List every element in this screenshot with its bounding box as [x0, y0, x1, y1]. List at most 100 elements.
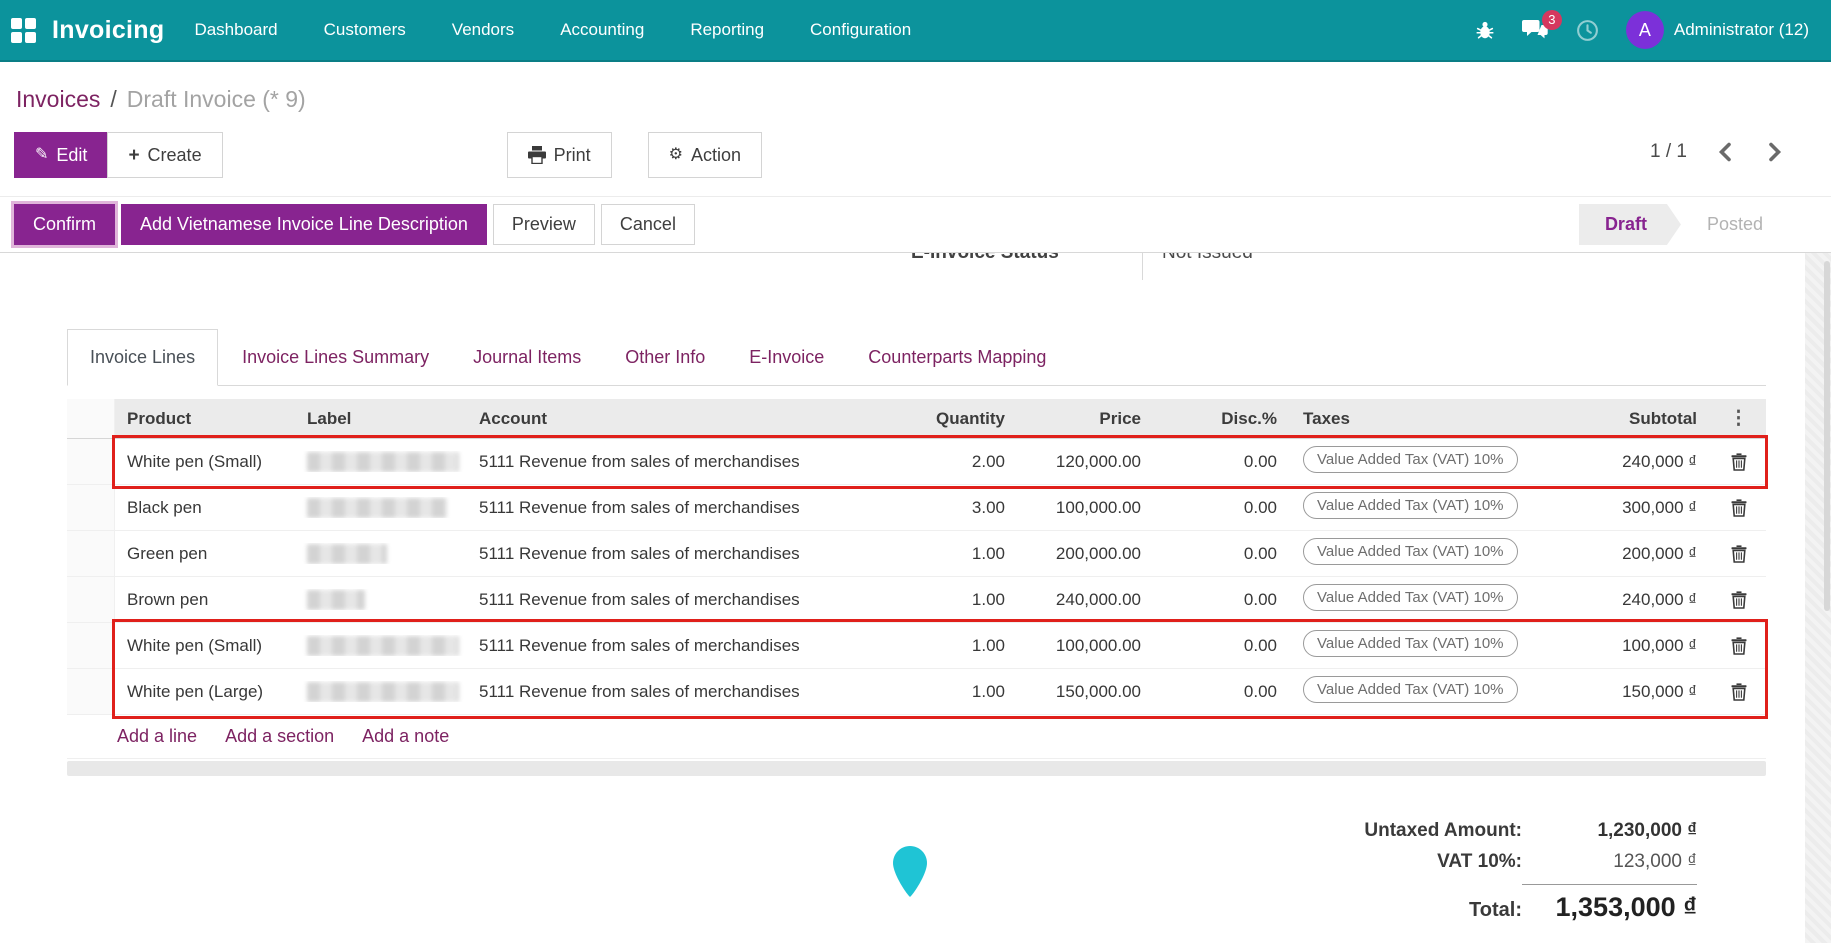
discount-cell[interactable]: 0.00 — [1155, 682, 1291, 702]
discount-cell[interactable]: 0.00 — [1155, 590, 1291, 610]
confirm-button[interactable]: Confirm — [14, 204, 115, 245]
tax-tag[interactable]: Value Added Tax (VAT) 10% — [1303, 676, 1518, 703]
taxes-cell[interactable]: Value Added Tax (VAT) 10% — [1291, 446, 1553, 478]
label-cell[interactable] — [295, 681, 467, 702]
header-account[interactable]: Account — [467, 409, 879, 429]
taxes-cell[interactable]: Value Added Tax (VAT) 10% — [1291, 538, 1553, 570]
nav-item-configuration[interactable]: Configuration — [810, 20, 911, 40]
activities-button[interactable] — [1575, 18, 1600, 43]
apps-menu-button[interactable] — [0, 0, 46, 61]
add-line-link[interactable]: Add a line — [117, 726, 197, 747]
messages-button[interactable]: 3 — [1522, 19, 1549, 42]
account-cell[interactable]: 5111 Revenue from sales of merchandises — [467, 498, 879, 518]
account-cell[interactable]: 5111 Revenue from sales of merchandises — [467, 682, 879, 702]
breadcrumb-invoices-link[interactable]: Invoices — [16, 86, 100, 113]
quantity-cell[interactable]: 1.00 — [879, 544, 1019, 564]
discount-cell[interactable]: 0.00 — [1155, 544, 1291, 564]
account-cell[interactable]: 5111 Revenue from sales of merchandises — [467, 636, 879, 656]
add-section-link[interactable]: Add a section — [225, 726, 334, 747]
row-handle[interactable] — [67, 531, 115, 576]
table-row[interactable]: White pen (Large) 5111 Revenue from sale… — [67, 669, 1766, 715]
account-cell[interactable]: 5111 Revenue from sales of merchandises — [467, 452, 879, 472]
create-button[interactable]: + Create — [107, 132, 222, 178]
product-cell[interactable]: Black pen — [115, 498, 295, 518]
table-row[interactable]: Black pen 5111 Revenue from sales of mer… — [67, 485, 1766, 531]
taxes-cell[interactable]: Value Added Tax (VAT) 10% — [1291, 676, 1553, 708]
discount-cell[interactable]: 0.00 — [1155, 452, 1291, 472]
preview-button[interactable]: Preview — [493, 204, 595, 245]
header-product[interactable]: Product — [115, 409, 295, 429]
discount-cell[interactable]: 0.00 — [1155, 498, 1291, 518]
pager-previous-button[interactable] — [1713, 138, 1737, 166]
label-cell[interactable] — [295, 543, 467, 564]
price-cell[interactable]: 100,000.00 — [1019, 636, 1155, 656]
print-button[interactable]: Print — [507, 132, 612, 178]
vertical-scrollbar-thumb[interactable] — [1824, 261, 1830, 611]
nav-item-customers[interactable]: Customers — [324, 20, 406, 40]
status-step-draft[interactable]: Draft — [1579, 204, 1681, 245]
price-cell[interactable]: 150,000.00 — [1019, 682, 1155, 702]
product-cell[interactable]: White pen (Small) — [115, 636, 295, 656]
row-handle[interactable] — [67, 623, 115, 668]
label-cell[interactable] — [295, 497, 467, 518]
label-cell[interactable] — [295, 451, 467, 472]
row-handle[interactable] — [67, 485, 115, 530]
optional-columns-icon[interactable]: ⋮ — [1711, 407, 1766, 430]
account-cell[interactable]: 5111 Revenue from sales of merchandises — [467, 544, 879, 564]
discount-cell[interactable]: 0.00 — [1155, 636, 1291, 656]
label-cell[interactable] — [295, 635, 467, 656]
nav-item-reporting[interactable]: Reporting — [690, 20, 764, 40]
taxes-cell[interactable]: Value Added Tax (VAT) 10% — [1291, 630, 1553, 662]
pager-next-button[interactable] — [1763, 138, 1787, 166]
header-subtotal[interactable]: Subtotal — [1553, 409, 1711, 429]
tab-counterparts-mapping[interactable]: Counterparts Mapping — [868, 330, 1046, 385]
header-quantity[interactable]: Quantity — [879, 409, 1019, 429]
tab-journal-items[interactable]: Journal Items — [473, 330, 581, 385]
taxes-cell[interactable]: Value Added Tax (VAT) 10% — [1291, 584, 1553, 616]
delete-row-button[interactable] — [1711, 453, 1766, 471]
tab-invoice-lines[interactable]: Invoice Lines — [67, 329, 218, 386]
tax-tag[interactable]: Value Added Tax (VAT) 10% — [1303, 630, 1518, 657]
user-menu[interactable]: A Administrator (12) — [1626, 11, 1809, 49]
table-row[interactable]: White pen (Small) 5111 Revenue from sale… — [67, 439, 1766, 485]
tax-tag[interactable]: Value Added Tax (VAT) 10% — [1303, 538, 1518, 565]
quantity-cell[interactable]: 1.00 — [879, 636, 1019, 656]
price-cell[interactable]: 200,000.00 — [1019, 544, 1155, 564]
row-handle[interactable] — [67, 669, 115, 714]
debug-button[interactable] — [1474, 19, 1496, 41]
add-note-link[interactable]: Add a note — [362, 726, 449, 747]
product-cell[interactable]: Brown pen — [115, 590, 295, 610]
price-cell[interactable]: 240,000.00 — [1019, 590, 1155, 610]
table-row[interactable]: Green pen 5111 Revenue from sales of mer… — [67, 531, 1766, 577]
nav-item-dashboard[interactable]: Dashboard — [194, 20, 277, 40]
row-handle[interactable] — [67, 439, 115, 484]
vertical-scrollbar[interactable] — [1805, 253, 1831, 943]
tab-e-invoice[interactable]: E-Invoice — [749, 330, 824, 385]
header-label[interactable]: Label — [295, 409, 467, 429]
add-vietnamese-description-button[interactable]: Add Vietnamese Invoice Line Description — [121, 204, 487, 245]
nav-item-accounting[interactable]: Accounting — [560, 20, 644, 40]
table-row[interactable]: White pen (Small) 5111 Revenue from sale… — [67, 623, 1766, 669]
tax-tag[interactable]: Value Added Tax (VAT) 10% — [1303, 584, 1518, 611]
price-cell[interactable]: 100,000.00 — [1019, 498, 1155, 518]
status-step-posted[interactable]: Posted — [1681, 204, 1789, 245]
product-cell[interactable]: White pen (Small) — [115, 452, 295, 472]
header-taxes[interactable]: Taxes — [1291, 409, 1553, 429]
quantity-cell[interactable]: 1.00 — [879, 682, 1019, 702]
tab-other-info[interactable]: Other Info — [625, 330, 705, 385]
row-handle[interactable] — [67, 577, 115, 622]
app-title[interactable]: Invoicing — [52, 16, 164, 45]
label-cell[interactable] — [295, 589, 467, 610]
header-price[interactable]: Price — [1019, 409, 1155, 429]
delete-row-button[interactable] — [1711, 545, 1766, 563]
tax-tag[interactable]: Value Added Tax (VAT) 10% — [1303, 446, 1518, 473]
account-cell[interactable]: 5111 Revenue from sales of merchandises — [467, 590, 879, 610]
quantity-cell[interactable]: 2.00 — [879, 452, 1019, 472]
header-disc[interactable]: Disc.% — [1155, 409, 1291, 429]
delete-row-button[interactable] — [1711, 591, 1766, 609]
table-row[interactable]: Brown pen 5111 Revenue from sales of mer… — [67, 577, 1766, 623]
action-button[interactable]: ⚙ Action — [648, 132, 762, 178]
horizontal-scrollbar[interactable] — [67, 761, 1766, 776]
product-cell[interactable]: Green pen — [115, 544, 295, 564]
price-cell[interactable]: 120,000.00 — [1019, 452, 1155, 472]
